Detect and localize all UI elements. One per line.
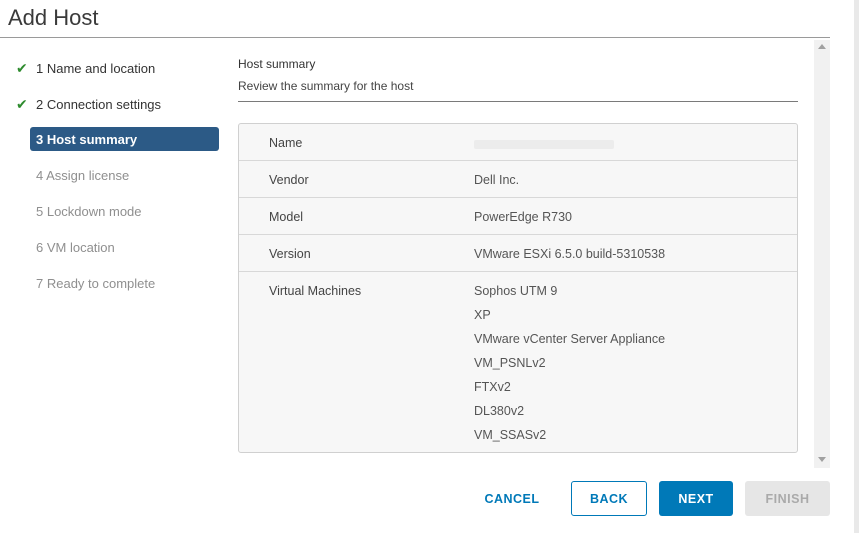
row-key: Virtual Machines bbox=[269, 284, 362, 298]
step-label: 4 Assign license bbox=[36, 167, 130, 183]
step-vm-location: 6 VM location bbox=[36, 235, 239, 259]
host-name-redacted bbox=[474, 136, 614, 152]
list-item: VMware vCenter Server Appliance bbox=[474, 332, 666, 346]
step-lockdown-mode: 5 Lockdown mode bbox=[36, 199, 239, 223]
step-host-summary[interactable]: 3 Host summary bbox=[30, 127, 219, 151]
finish-button: FINISH bbox=[745, 481, 830, 516]
summary-row-name: Name bbox=[239, 124, 797, 161]
title-divider bbox=[0, 37, 830, 38]
vm-list: Sophos UTM 9 XP VMware vCenter Server Ap… bbox=[474, 284, 665, 452]
step-label: 6 VM location bbox=[36, 239, 115, 255]
step-assign-license: 4 Assign license bbox=[36, 163, 239, 187]
row-value: PowerEdge R730 bbox=[474, 210, 572, 224]
section-divider bbox=[238, 101, 798, 102]
row-key: Model bbox=[269, 210, 304, 224]
row-key: Version bbox=[269, 247, 311, 261]
summary-row-vendor: Vendor Dell Inc. bbox=[239, 161, 797, 198]
row-value: VMware ESXi 6.5.0 build-5310538 bbox=[474, 247, 666, 261]
window-edge bbox=[854, 0, 859, 533]
step-label: 1 Name and location bbox=[36, 60, 156, 76]
section-title: Host summary bbox=[238, 57, 316, 71]
step-name-and-location[interactable]: ✔ 1 Name and location bbox=[16, 56, 219, 80]
step-label: 5 Lockdown mode bbox=[36, 203, 142, 219]
row-key: Vendor bbox=[269, 173, 309, 187]
row-key: Name bbox=[269, 136, 303, 150]
list-item: VM_PSNLv2 bbox=[474, 356, 546, 370]
next-button[interactable]: NEXT bbox=[659, 481, 733, 516]
step-connection-settings[interactable]: ✔ 2 Connection settings bbox=[16, 92, 219, 116]
checkmark-icon: ✔ bbox=[16, 59, 28, 76]
vertical-scrollbar[interactable] bbox=[814, 40, 830, 468]
summary-row-model: Model PowerEdge R730 bbox=[239, 198, 797, 235]
list-item: FTXv2 bbox=[474, 380, 511, 394]
step-label: 2 Connection settings bbox=[36, 96, 162, 112]
summary-row-version: Version VMware ESXi 6.5.0 build-5310538 bbox=[239, 235, 797, 272]
step-label: 7 Ready to complete bbox=[36, 275, 156, 291]
dialog-title: Add Host bbox=[8, 5, 99, 30]
list-item: DL380v2 bbox=[474, 404, 525, 418]
scroll-down-arrow-icon[interactable] bbox=[818, 457, 826, 462]
section-subtitle: Review the summary for the host bbox=[238, 79, 414, 93]
cancel-button[interactable]: CANCEL bbox=[474, 481, 550, 516]
list-item: Sophos UTM 9 bbox=[474, 284, 558, 298]
row-value: Dell Inc. bbox=[474, 173, 520, 187]
back-button[interactable]: BACK bbox=[571, 481, 647, 516]
step-label: 3 Host summary bbox=[36, 131, 138, 147]
summary-row-virtual-machines: Virtual Machines Sophos UTM 9 XP VMware … bbox=[239, 272, 797, 452]
checkmark-icon: ✔ bbox=[16, 95, 28, 112]
list-item: XP bbox=[474, 308, 491, 322]
scroll-up-arrow-icon[interactable] bbox=[818, 44, 826, 49]
list-item: VM_SSASv2 bbox=[474, 428, 547, 442]
step-ready-to-complete: 7 Ready to complete bbox=[36, 271, 239, 295]
host-summary-table: Name Vendor Dell Inc. Model PowerEdge R7… bbox=[238, 123, 798, 453]
